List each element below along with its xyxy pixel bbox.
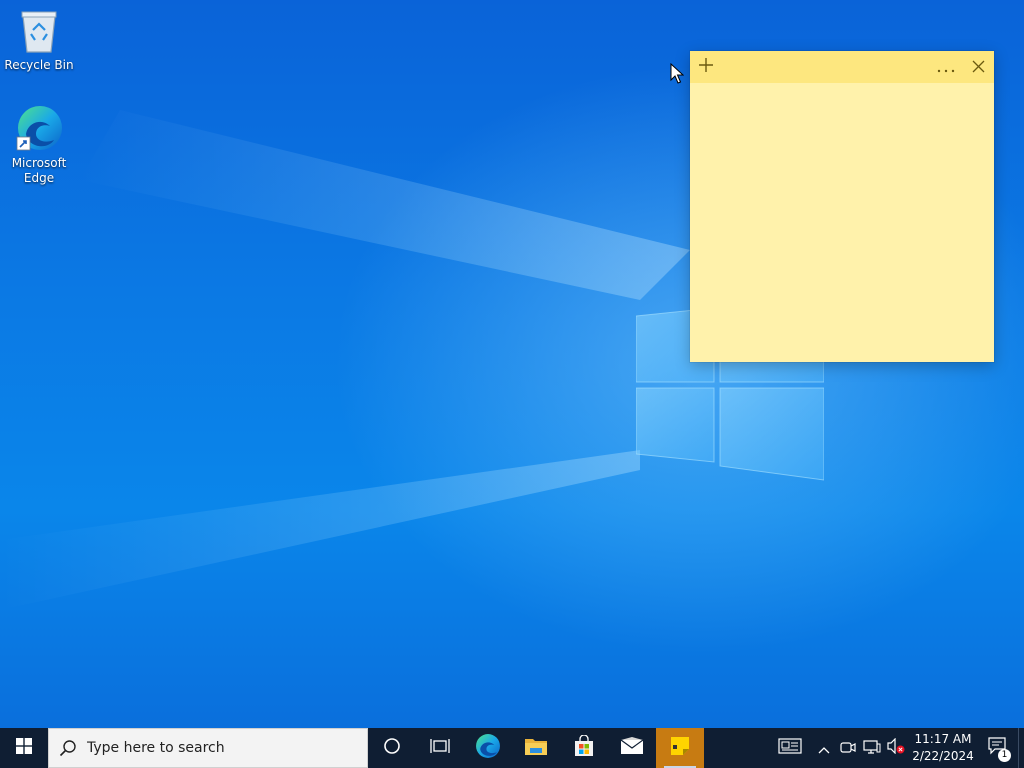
search-input[interactable]: [87, 740, 347, 756]
system-tray: 11:17 AM 2/22/2024 1: [768, 728, 1024, 768]
desktop[interactable]: Recycle Bin Microsoft Edge: [0, 0, 1024, 728]
desktop-icon-recycle-bin[interactable]: Recycle Bin: [3, 6, 75, 73]
desktop-icon-label: Microsoft Edge: [11, 156, 67, 185]
note-text-area[interactable]: [690, 83, 994, 362]
recycle-bin-icon: [14, 6, 64, 56]
network-icon: [863, 739, 881, 758]
clock-date: 2/22/2024: [912, 749, 974, 763]
sticky-note-window[interactable]: [690, 51, 994, 362]
sticky-notes-icon: [670, 736, 690, 760]
taskbar-sticky-notes-button[interactable]: [656, 728, 704, 768]
volume-button[interactable]: [884, 728, 908, 768]
new-note-button[interactable]: [690, 51, 722, 83]
close-icon: [972, 58, 985, 77]
desktop-icon-label: Recycle Bin: [4, 58, 74, 72]
desktop-icon-microsoft-edge[interactable]: Microsoft Edge: [3, 104, 75, 186]
notification-count-badge: 1: [998, 749, 1011, 762]
show-hidden-icons-button[interactable]: [812, 728, 836, 768]
chevron-up-icon: [818, 739, 830, 758]
taskbar-file-explorer-button[interactable]: [512, 728, 560, 768]
circle-icon: [383, 737, 401, 759]
close-note-button[interactable]: [962, 51, 994, 83]
taskbar: 11:17 AM 2/22/2024 1: [0, 728, 1024, 768]
meet-now-button[interactable]: [836, 728, 860, 768]
windows-icon: [16, 738, 32, 758]
taskbar-clock[interactable]: 11:17 AM 2/22/2024: [908, 728, 978, 768]
taskbar-store-button[interactable]: [560, 728, 608, 768]
news-and-interests-button[interactable]: [768, 728, 812, 768]
taskbar-mail-button[interactable]: [608, 728, 656, 768]
search-icon: [49, 739, 87, 757]
edge-icon: [14, 104, 64, 154]
folder-icon: [524, 736, 548, 760]
clock-time: 11:17 AM: [914, 732, 972, 746]
edge-icon: [475, 733, 501, 763]
mouse-cursor-icon: [670, 63, 684, 84]
cortana-button[interactable]: [368, 728, 416, 768]
camera-icon: [840, 739, 856, 758]
network-button[interactable]: [860, 728, 884, 768]
store-icon: [573, 734, 595, 761]
action-center-button[interactable]: 1: [978, 728, 1018, 768]
note-menu-button[interactable]: [930, 51, 962, 83]
plus-icon: [698, 57, 714, 77]
mail-icon: [620, 737, 644, 759]
show-desktop-button[interactable]: [1018, 728, 1024, 768]
taskbar-edge-button[interactable]: [464, 728, 512, 768]
task-view-button[interactable]: [416, 728, 464, 768]
start-button[interactable]: [0, 728, 48, 768]
speaker-muted-icon: [887, 737, 905, 758]
task-view-icon: [430, 737, 450, 759]
sticky-note-titlebar[interactable]: [690, 51, 994, 83]
taskbar-search-box[interactable]: [48, 728, 368, 768]
ellipsis-icon: [937, 58, 955, 77]
news-icon: [778, 738, 802, 758]
